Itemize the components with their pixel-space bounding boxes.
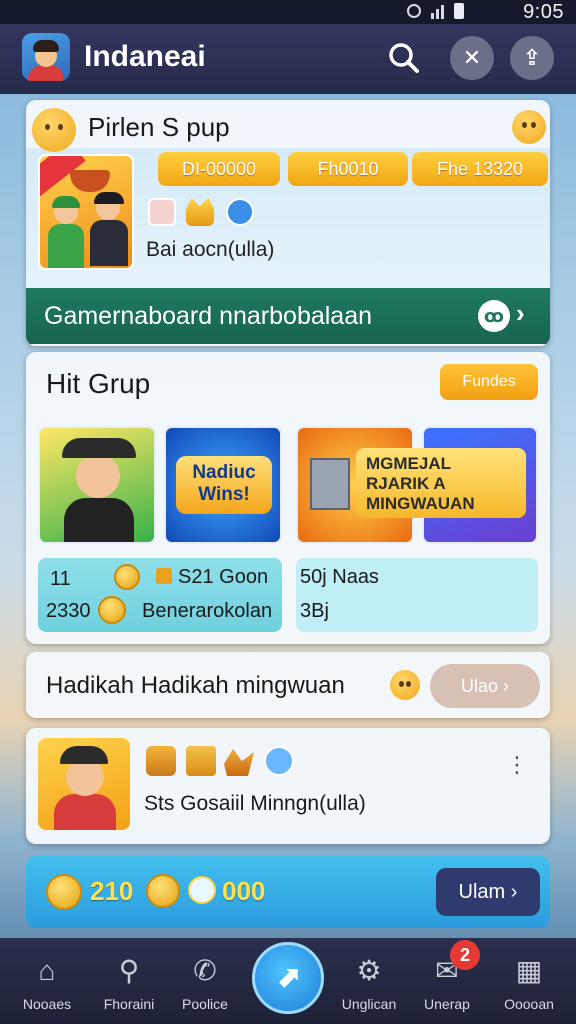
player-image xyxy=(38,738,130,830)
leaderboard-bar[interactable]: Gamernaboard nnarbobalaan ꝏ › xyxy=(26,288,550,344)
badge-icon xyxy=(264,746,294,776)
center-action-button[interactable]: ⬈ xyxy=(252,942,324,1014)
coin-value: 210 xyxy=(90,876,134,906)
featured-card: Pirlen S pup DI-00000 Fh0010 Fhe 13320 B… xyxy=(26,100,550,346)
nav-item-phone[interactable]: ✆ Poolice xyxy=(164,938,246,1024)
box-icon xyxy=(146,746,176,776)
stat-label: S21 Goon xyxy=(178,566,269,588)
coin-icon xyxy=(98,596,126,624)
promo-banner[interactable]: MGMEJAL RJARIK A MINGWAUAN xyxy=(356,448,526,518)
chest-icon xyxy=(156,568,172,584)
more-button[interactable]: Fundes xyxy=(440,364,538,400)
status-time: 9:05 xyxy=(523,1,564,23)
stat-label: Benerarokolan xyxy=(142,600,273,622)
featured-subtitle: Bai aocn(ulla) xyxy=(146,238,275,261)
social-text: Sts Gosaiil Minngn(ulla) xyxy=(144,792,366,815)
reward-bar: 210 000 Ulam › xyxy=(26,856,550,928)
building-icon xyxy=(310,458,350,510)
folder-icon xyxy=(186,746,216,776)
tools-icon[interactable]: ✕ xyxy=(450,36,494,80)
chevron-right-icon: › xyxy=(516,298,525,328)
pig-icon xyxy=(148,198,176,226)
weekly-button[interactable]: Ulao › xyxy=(430,664,540,708)
value-pill[interactable]: Fh0010 xyxy=(288,152,408,186)
game-tile[interactable] xyxy=(38,426,156,544)
claim-button[interactable]: Ulam › xyxy=(436,868,540,916)
nav-label: Unglican xyxy=(341,996,397,1012)
game-logo: Nadiuc Wins! xyxy=(176,456,272,514)
nav-item-settings[interactable]: ⚙ Unglican xyxy=(328,938,410,1024)
coin-icon xyxy=(146,874,180,908)
emoji-icon xyxy=(390,670,420,700)
alarm-icon xyxy=(407,4,421,18)
stat-label: 3Bj xyxy=(300,600,329,622)
featured-image[interactable] xyxy=(38,154,134,270)
more-vert-icon[interactable]: ⋮ xyxy=(506,752,528,778)
stats-panel: 50j Naas 3Bj xyxy=(296,558,538,632)
social-card[interactable]: Sts Gosaiil Minngn(ulla) ⋮ xyxy=(26,728,550,844)
stat-value: 11 xyxy=(50,568,71,590)
search-icon[interactable] xyxy=(386,40,422,76)
claim-button-label: Ulam xyxy=(458,881,506,903)
stats-panel: 11 2330 S21 Goon Benerarokolan xyxy=(38,558,282,632)
avatar[interactable] xyxy=(22,33,70,81)
coin-icon xyxy=(46,874,82,910)
home-icon: ⌂ xyxy=(38,955,56,986)
nav-label: Poolice xyxy=(182,996,228,1012)
smile-emoji-icon xyxy=(32,108,76,152)
stat-value: 2330 xyxy=(46,600,91,622)
gem-icon xyxy=(188,876,216,904)
search-icon: ⚲ xyxy=(118,955,140,986)
weekly-reward-card: Hadikah Hadikah mingwuan Ulao › xyxy=(26,652,550,718)
weekly-title: Hadikah Hadikah mingwuan xyxy=(46,672,345,699)
emoji-icon[interactable] xyxy=(512,110,546,144)
app-title: Indaneai xyxy=(84,40,206,73)
nav-label: Unerap xyxy=(424,996,470,1012)
stat-label: 50j Naas xyxy=(300,566,379,588)
status-bar: 9:05 xyxy=(0,0,576,24)
app-header: Indaneai ✕ ⇪ xyxy=(0,24,576,94)
value-pill[interactable]: DI-00000 xyxy=(158,152,280,186)
badge-icon xyxy=(226,198,254,226)
nav-label: Fhoraini xyxy=(103,996,155,1012)
nav-item-home[interactable]: ⌂ Nooaes xyxy=(6,938,88,1024)
hit-group-card: Hit Grup Fundes Nadiuc Wins! MGMEJAL RJA… xyxy=(26,352,550,644)
notification-badge: 2 xyxy=(450,940,480,970)
share-icon[interactable]: ⇪ xyxy=(510,36,554,80)
grid-icon: ▦ xyxy=(515,955,543,986)
gem-value: 000 xyxy=(222,876,266,906)
nav-item-menu[interactable]: ▦ Ooooan xyxy=(488,938,570,1024)
phone-icon: ✆ xyxy=(193,955,217,986)
weekly-button-label: Ulao xyxy=(460,676,499,696)
signal-icon xyxy=(431,3,444,19)
game-tile[interactable]: Nadiuc Wins! xyxy=(164,426,282,544)
candy-icon xyxy=(224,749,254,776)
featured-title: Pirlen S pup xyxy=(88,112,230,142)
nav-label: Ooooan xyxy=(504,996,554,1012)
section-title: Hit Grup xyxy=(46,368,151,399)
coin-icon xyxy=(114,564,140,590)
gear-icon: ⚙ xyxy=(356,955,382,986)
battery-icon xyxy=(454,3,464,19)
value-pill[interactable]: Fhe 13320 xyxy=(412,152,548,186)
people-icon: ꝏ xyxy=(478,300,510,332)
nav-label: Nooaes xyxy=(22,996,72,1012)
nav-item-search[interactable]: ⚲ Fhoraini xyxy=(88,938,170,1024)
leaderboard-label: Gamernaboard nnarbobalaan xyxy=(44,302,373,330)
